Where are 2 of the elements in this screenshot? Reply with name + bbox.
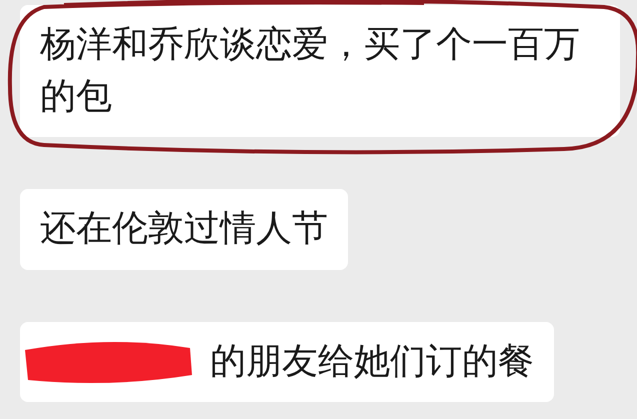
message-bubble: 杨洋和乔欣谈恋爱，买了个一百万的包: [20, 5, 620, 138]
message-bubble: 还在伦敦过情人节: [20, 189, 348, 270]
